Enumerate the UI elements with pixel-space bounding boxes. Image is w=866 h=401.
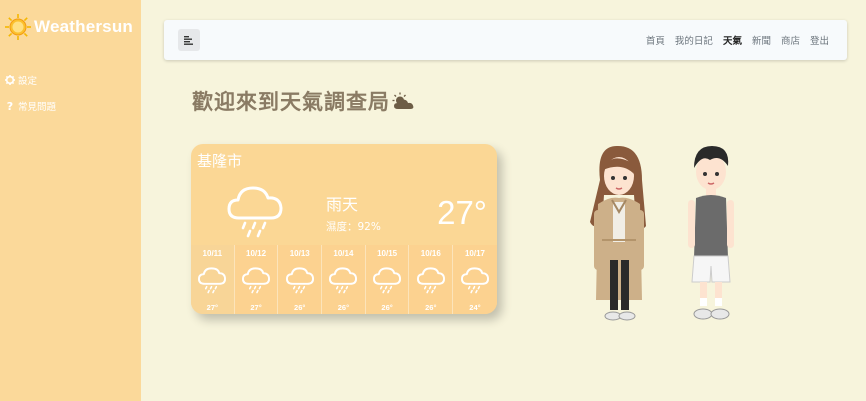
sidebar-item-faq[interactable]: ? 常見問題: [5, 99, 57, 114]
rain-cloud-icon: [227, 186, 283, 238]
nav-link-diary[interactable]: 我的日記: [675, 33, 713, 47]
forecast-temp: 26°: [425, 303, 437, 312]
rain-cloud-icon: [242, 267, 271, 294]
forecast-temp: 27°: [250, 303, 262, 312]
sidebar: Weathersun 設定 ? 常見問題: [0, 0, 141, 401]
nav-link-shop[interactable]: 商店: [781, 33, 800, 47]
weather-card: 基隆市 雨天 濕度：92% 27° 10/11 27° 10/12 27° 10/13 2…: [191, 144, 497, 314]
forecast-date: 10/16: [420, 249, 441, 258]
rain-cloud-icon: [373, 267, 402, 294]
forecast-temp: 27°: [206, 303, 219, 312]
forecast-temp: 26°: [294, 303, 306, 312]
sidebar-item-label: 常見問題: [18, 102, 57, 113]
question-icon: ?: [6, 99, 14, 113]
rain-cloud-icon: [285, 267, 314, 294]
page-title: 歡迎來到天氣調查局: [192, 86, 416, 116]
gear-icon: [5, 75, 15, 85]
nav-link-logout[interactable]: 登出: [810, 33, 829, 47]
current-temperature: 27°: [437, 194, 487, 231]
forecast-day: 10/14 26°: [322, 245, 366, 314]
forecast-date: 10/15: [377, 249, 398, 258]
forecast-day: 10/17 24°: [453, 245, 497, 314]
page-title-text: 歡迎來到天氣調查局: [192, 90, 390, 114]
brand-name: Weathersun: [34, 17, 133, 36]
brand[interactable]: Weathersun: [4, 12, 133, 42]
nav-links: 首頁 我的日記 天氣 新聞 商店 登出: [636, 20, 829, 60]
girl-figure: [590, 145, 646, 321]
sidebar-item-settings[interactable]: 設定: [5, 73, 37, 87]
sun-behind-cloud-icon: [392, 92, 414, 109]
nav-link-weather[interactable]: 天氣: [723, 33, 742, 47]
forecast-date: 10/14: [333, 249, 354, 258]
forecast-date: 10/11: [202, 249, 223, 258]
city-name: 基隆市: [197, 152, 243, 170]
forecast-day: 10/12 27°: [234, 245, 279, 314]
weather-condition: 雨天: [326, 195, 359, 214]
menu-icon: [184, 35, 193, 45]
forecast-day: 10/13 26°: [278, 245, 323, 314]
top-navbar: 首頁 我的日記 天氣 新聞 商店 登出: [164, 20, 847, 60]
menu-toggle-button[interactable]: [178, 29, 200, 51]
rain-cloud-icon: [460, 267, 489, 294]
rain-cloud-icon: [198, 267, 227, 294]
forecast-date: 10/17: [464, 249, 485, 258]
sun-logo-icon: [5, 14, 31, 40]
forecast-date: 10/13: [289, 249, 310, 258]
forecast-day: 10/15 26°: [365, 245, 410, 314]
forecast-date: 10/12: [246, 249, 267, 258]
characters-illustration: [590, 145, 734, 321]
rain-cloud-icon: [329, 267, 358, 294]
humidity: 濕度：92%: [326, 221, 381, 233]
forecast-row: 10/11 27° 10/12 27° 10/13 26° 10/14 26° 10/15 26°…: [191, 245, 497, 314]
rain-cloud-icon: [416, 267, 445, 294]
forecast-temp: 24°: [469, 303, 481, 312]
forecast-day: 10/11 27°: [191, 245, 235, 314]
forecast-temp: 26°: [337, 303, 350, 312]
nav-link-news[interactable]: 新聞: [752, 33, 771, 47]
forecast-temp: 26°: [381, 303, 393, 312]
boy-figure: [688, 146, 734, 320]
nav-link-home[interactable]: 首頁: [646, 33, 665, 47]
forecast-day: 10/16 26°: [409, 245, 454, 314]
sidebar-item-label: 設定: [18, 76, 38, 87]
